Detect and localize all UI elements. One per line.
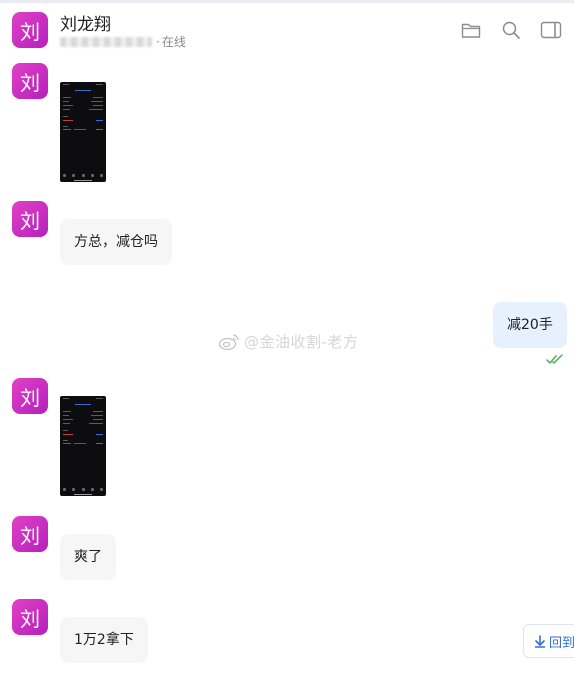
avatar-char: 刘 xyxy=(20,385,40,410)
message-bubble[interactable]: 方总，减仓吗 xyxy=(60,219,172,265)
sender-avatar[interactable]: 刘 xyxy=(12,201,48,237)
folder-icon[interactable] xyxy=(460,19,482,41)
chat-window: 刘 刘龙翔 · 在线 刘 刘 方总，减仓吗 @金油收割-老方 减20手 刘 刘 … xyxy=(0,0,574,676)
status-separator: · xyxy=(156,34,160,49)
contact-status: · 在线 xyxy=(60,33,186,50)
side-panel-icon[interactable] xyxy=(540,19,562,41)
self-message-bubble[interactable]: 减20手 xyxy=(493,302,567,348)
arrow-down-icon xyxy=(534,634,546,648)
read-check-icon xyxy=(546,350,566,369)
redacted-id xyxy=(60,36,152,47)
chat-header: 刘 刘龙翔 · 在线 xyxy=(0,3,574,59)
search-icon[interactable] xyxy=(500,19,522,41)
avatar-char: 刘 xyxy=(20,523,40,548)
sender-avatar[interactable]: 刘 xyxy=(12,599,48,635)
image-message[interactable] xyxy=(60,396,106,496)
avatar-char: 刘 xyxy=(20,70,40,95)
watermark-text: @金油收割-老方 xyxy=(244,333,359,351)
contact-name[interactable]: 刘龙翔 xyxy=(60,10,111,35)
back-to-bottom-button[interactable]: 回到 xyxy=(523,624,574,658)
message-bubble[interactable]: 1万2拿下 xyxy=(60,617,148,663)
online-status: 在线 xyxy=(161,35,186,49)
sender-avatar[interactable]: 刘 xyxy=(12,63,48,99)
sender-avatar[interactable]: 刘 xyxy=(12,516,48,552)
contact-avatar[interactable]: 刘 xyxy=(12,12,48,48)
avatar-char: 刘 xyxy=(20,606,40,631)
image-message[interactable] xyxy=(60,82,106,182)
back-to-bottom-label: 回到 xyxy=(549,635,574,651)
watermark: @金油收割-老方 xyxy=(218,331,358,352)
avatar-char: 刘 xyxy=(20,208,40,233)
weibo-icon xyxy=(218,333,239,350)
sender-avatar[interactable]: 刘 xyxy=(12,378,48,414)
message-bubble[interactable]: 爽了 xyxy=(60,534,116,580)
avatar-char: 刘 xyxy=(20,19,40,44)
header-toolbar xyxy=(460,19,562,41)
